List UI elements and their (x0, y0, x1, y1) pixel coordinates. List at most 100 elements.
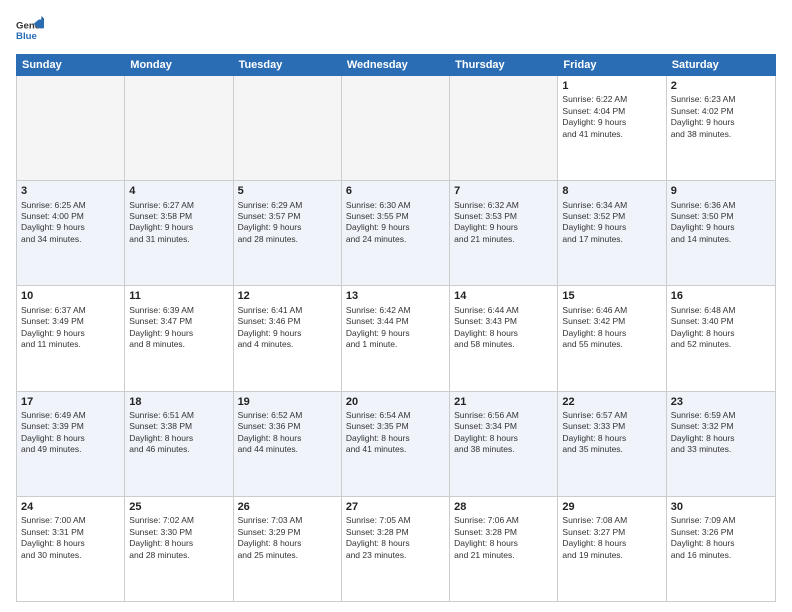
day-info: Sunrise: 7:06 AM Sunset: 3:28 PM Dayligh… (454, 515, 553, 561)
day-cell-1: 1Sunrise: 6:22 AM Sunset: 4:04 PM Daylig… (558, 76, 666, 180)
day-info: Sunrise: 6:30 AM Sunset: 3:55 PM Dayligh… (346, 200, 445, 246)
day-info: Sunrise: 6:23 AM Sunset: 4:02 PM Dayligh… (671, 94, 771, 140)
day-cell-24: 24Sunrise: 7:00 AM Sunset: 3:31 PM Dayli… (17, 497, 125, 601)
day-info: Sunrise: 6:59 AM Sunset: 3:32 PM Dayligh… (671, 410, 771, 456)
day-cell-3: 3 Sunrise: 6:25 AM Sunset: 4:00 PM Daylig… (17, 181, 125, 285)
day-number: 18 (129, 395, 228, 409)
day-number: 17 (21, 395, 120, 409)
calendar-row: 17Sunrise: 6:49 AM Sunset: 3:39 PM Dayli… (17, 392, 775, 497)
empty-cell (342, 76, 450, 180)
day-info: Sunrise: 6:51 AM Sunset: 3:38 PM Dayligh… (129, 410, 228, 456)
day-cell-6: 6 Sunrise: 6:30 AM Sunset: 3:55 PM Daylig… (342, 181, 450, 285)
day-info: Sunrise: 7:09 AM Sunset: 3:26 PM Dayligh… (671, 515, 771, 561)
day-number: 8 (562, 184, 661, 198)
header-cell-friday: Friday (558, 55, 666, 75)
day-info: Sunrise: 7:08 AM Sunset: 3:27 PM Dayligh… (562, 515, 661, 561)
day-number: 29 (562, 500, 661, 514)
day-cell-10: 10 Sunrise: 6:37 AM Sunset: 3:49 PM Dayli… (17, 286, 125, 390)
day-number: 19 (238, 395, 337, 409)
day-info: Sunrise: 6:41 AM Sunset: 3:46 PM Dayligh… (238, 305, 337, 351)
header-cell-tuesday: Tuesday (234, 55, 342, 75)
day-cell-9: 9Sunrise: 6:36 AM Sunset: 3:50 PM Daylig… (667, 181, 775, 285)
day-number: 24 (21, 500, 120, 514)
header-cell-monday: Monday (125, 55, 233, 75)
day-number: 4 (129, 184, 228, 198)
day-cell-29: 29Sunrise: 7:08 AM Sunset: 3:27 PM Dayli… (558, 497, 666, 601)
day-cell-7: 7 Sunrise: 6:32 AM Sunset: 3:53 PM Daylig… (450, 181, 558, 285)
day-cell-2: 2Sunrise: 6:23 AM Sunset: 4:02 PM Daylig… (667, 76, 775, 180)
day-cell-13: 13 Sunrise: 6:42 AM Sunset: 3:44 PM Dayli… (342, 286, 450, 390)
day-cell-5: 5 Sunrise: 6:29 AM Sunset: 3:57 PM Daylig… (234, 181, 342, 285)
day-cell-30: 30Sunrise: 7:09 AM Sunset: 3:26 PM Dayli… (667, 497, 775, 601)
header-cell-wednesday: Wednesday (342, 55, 450, 75)
day-info: Sunrise: 6:27 AM Sunset: 3:58 PM Dayligh… (129, 200, 228, 246)
calendar-row: 3 Sunrise: 6:25 AM Sunset: 4:00 PM Daylig… (17, 181, 775, 286)
empty-cell (234, 76, 342, 180)
day-info: Sunrise: 7:02 AM Sunset: 3:30 PM Dayligh… (129, 515, 228, 561)
day-number: 30 (671, 500, 771, 514)
empty-cell (450, 76, 558, 180)
calendar-header: SundayMondayTuesdayWednesdayThursdayFrid… (16, 54, 776, 76)
day-cell-15: 15 Sunrise: 6:46 AM Sunset: 3:42 PM Dayli… (558, 286, 666, 390)
day-cell-28: 28Sunrise: 7:06 AM Sunset: 3:28 PM Dayli… (450, 497, 558, 601)
svg-text:Blue: Blue (16, 31, 37, 42)
page-header: General Blue (16, 16, 776, 44)
day-cell-21: 21Sunrise: 6:56 AM Sunset: 3:34 PM Dayli… (450, 392, 558, 496)
day-cell-18: 18Sunrise: 6:51 AM Sunset: 3:38 PM Dayli… (125, 392, 233, 496)
day-info: Sunrise: 6:29 AM Sunset: 3:57 PM Dayligh… (238, 200, 337, 246)
day-number: 13 (346, 289, 445, 303)
day-number: 28 (454, 500, 553, 514)
day-info: Sunrise: 6:22 AM Sunset: 4:04 PM Dayligh… (562, 94, 661, 140)
day-info: Sunrise: 6:39 AM Sunset: 3:47 PM Dayligh… (129, 305, 228, 351)
day-number: 25 (129, 500, 228, 514)
day-info: Sunrise: 6:54 AM Sunset: 3:35 PM Dayligh… (346, 410, 445, 456)
day-info: Sunrise: 6:46 AM Sunset: 3:42 PM Dayligh… (562, 305, 661, 351)
day-info: Sunrise: 6:52 AM Sunset: 3:36 PM Dayligh… (238, 410, 337, 456)
day-number: 3 (21, 184, 120, 198)
day-info: Sunrise: 6:32 AM Sunset: 3:53 PM Dayligh… (454, 200, 553, 246)
day-cell-12: 12 Sunrise: 6:41 AM Sunset: 3:46 PM Dayli… (234, 286, 342, 390)
day-info: Sunrise: 6:56 AM Sunset: 3:34 PM Dayligh… (454, 410, 553, 456)
day-number: 2 (671, 79, 771, 93)
day-number: 15 (562, 289, 661, 303)
day-number: 12 (238, 289, 337, 303)
day-number: 7 (454, 184, 553, 198)
day-cell-17: 17Sunrise: 6:49 AM Sunset: 3:39 PM Dayli… (17, 392, 125, 496)
day-number: 21 (454, 395, 553, 409)
header-cell-sunday: Sunday (17, 55, 125, 75)
empty-cell (125, 76, 233, 180)
day-number: 20 (346, 395, 445, 409)
day-info: Sunrise: 6:25 AM Sunset: 4:00 PM Dayligh… (21, 200, 120, 246)
day-info: Sunrise: 6:37 AM Sunset: 3:49 PM Dayligh… (21, 305, 120, 351)
day-number: 27 (346, 500, 445, 514)
day-cell-22: 22Sunrise: 6:57 AM Sunset: 3:33 PM Dayli… (558, 392, 666, 496)
day-number: 6 (346, 184, 445, 198)
calendar: SundayMondayTuesdayWednesdayThursdayFrid… (16, 54, 776, 602)
day-cell-11: 11 Sunrise: 6:39 AM Sunset: 3:47 PM Dayli… (125, 286, 233, 390)
header-cell-saturday: Saturday (667, 55, 775, 75)
day-number: 16 (671, 289, 771, 303)
logo: General Blue (16, 16, 50, 44)
day-number: 5 (238, 184, 337, 198)
calendar-row: 10 Sunrise: 6:37 AM Sunset: 3:49 PM Dayli… (17, 286, 775, 391)
day-info: Sunrise: 6:57 AM Sunset: 3:33 PM Dayligh… (562, 410, 661, 456)
day-info: Sunrise: 6:49 AM Sunset: 3:39 PM Dayligh… (21, 410, 120, 456)
day-cell-26: 26Sunrise: 7:03 AM Sunset: 3:29 PM Dayli… (234, 497, 342, 601)
day-info: Sunrise: 7:00 AM Sunset: 3:31 PM Dayligh… (21, 515, 120, 561)
day-number: 1 (562, 79, 661, 93)
day-info: Sunrise: 6:44 AM Sunset: 3:43 PM Dayligh… (454, 305, 553, 351)
day-info: Sunrise: 6:48 AM Sunset: 3:40 PM Dayligh… (671, 305, 771, 351)
day-info: Sunrise: 6:42 AM Sunset: 3:44 PM Dayligh… (346, 305, 445, 351)
day-cell-4: 4 Sunrise: 6:27 AM Sunset: 3:58 PM Daylig… (125, 181, 233, 285)
day-number: 23 (671, 395, 771, 409)
day-cell-16: 16 Sunrise: 6:48 AM Sunset: 3:40 PM Dayli… (667, 286, 775, 390)
day-number: 14 (454, 289, 553, 303)
day-number: 11 (129, 289, 228, 303)
empty-cell (17, 76, 125, 180)
day-cell-20: 20Sunrise: 6:54 AM Sunset: 3:35 PM Dayli… (342, 392, 450, 496)
day-number: 10 (21, 289, 120, 303)
calendar-row: 1Sunrise: 6:22 AM Sunset: 4:04 PM Daylig… (17, 76, 775, 181)
day-cell-14: 14 Sunrise: 6:44 AM Sunset: 3:43 PM Dayli… (450, 286, 558, 390)
day-info: Sunrise: 6:34 AM Sunset: 3:52 PM Dayligh… (562, 200, 661, 246)
day-cell-25: 25Sunrise: 7:02 AM Sunset: 3:30 PM Dayli… (125, 497, 233, 601)
